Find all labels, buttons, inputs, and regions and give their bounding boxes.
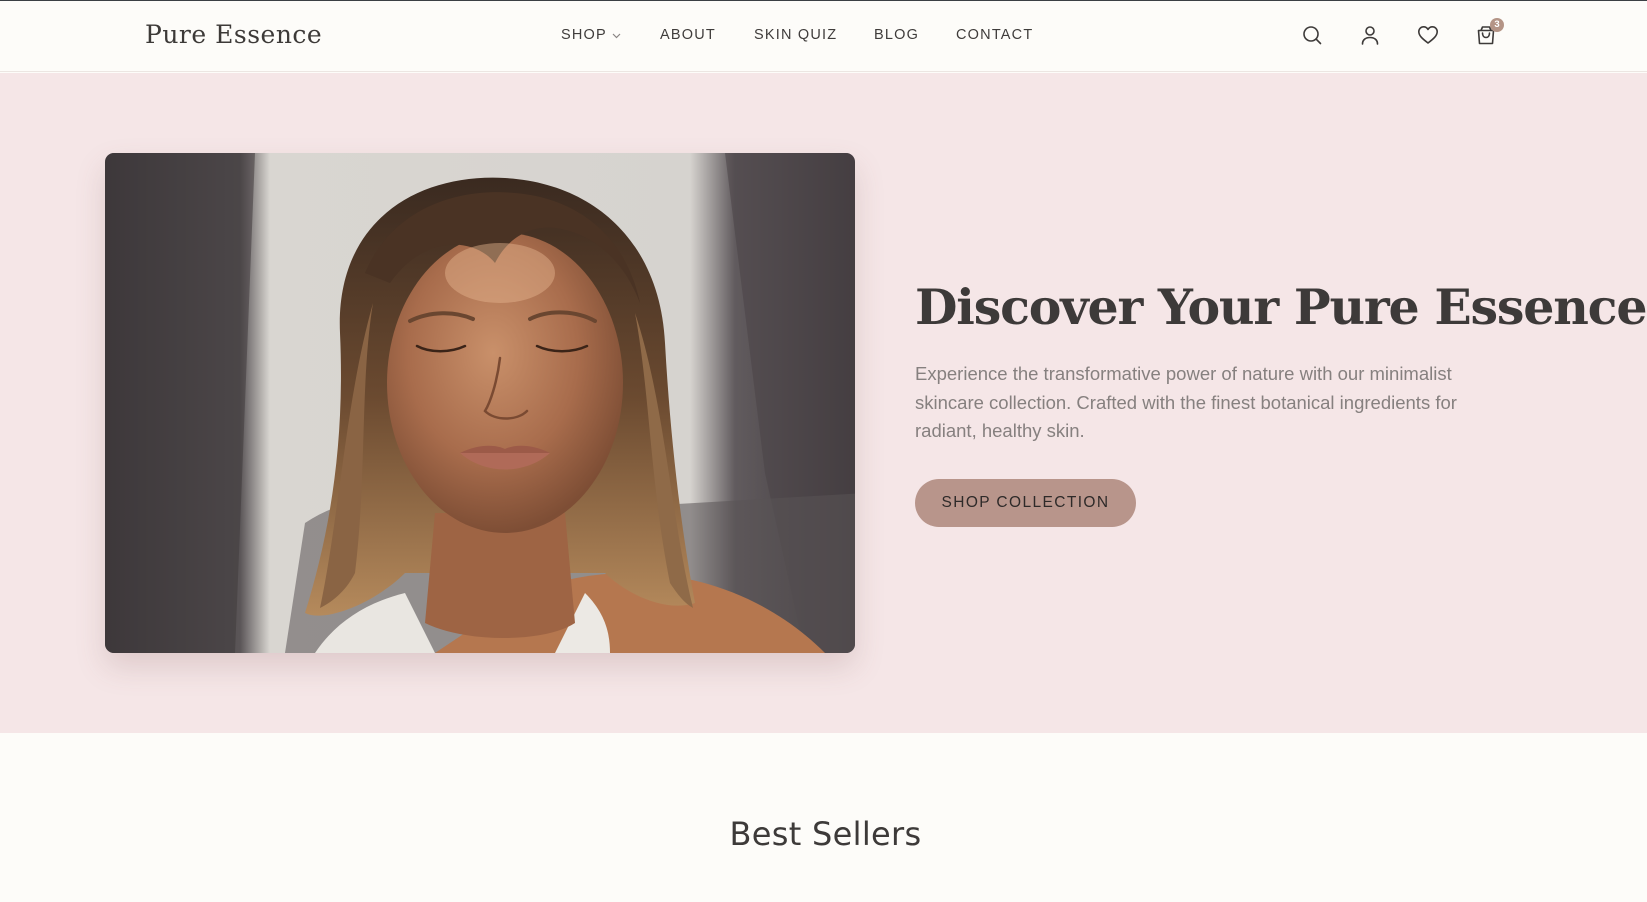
nav-item-about[interactable]: ABOUT	[660, 27, 716, 43]
hero-title: Discover Your Pure Essence	[915, 278, 1647, 336]
hero-section: Discover Your Pure Essence Experience th…	[0, 73, 1647, 733]
nav-item-skin-quiz[interactable]: SKIN QUIZ	[754, 27, 837, 43]
best-sellers-heading: Best Sellers	[729, 815, 922, 853]
shopping-bag-icon[interactable]: 3	[1474, 18, 1504, 47]
nav-item-label: BLOG	[874, 27, 920, 43]
shop-collection-button[interactable]: SHOP COLLECTION	[915, 479, 1136, 527]
nav-item-label: SKIN QUIZ	[754, 27, 838, 43]
nav-item-contact[interactable]: CONTACT	[956, 27, 1033, 43]
site-header: Pure Essence SHOP ABOUT SKIN QUIZ BLOG C…	[0, 1, 1647, 72]
nav-item-label: CONTACT	[956, 27, 1034, 43]
hero-description: Experience the transformative power of n…	[915, 363, 1457, 441]
nav-item-shop[interactable]: SHOP	[561, 27, 621, 43]
chevron-down-icon	[612, 27, 621, 43]
nav-item-label: SHOP	[561, 27, 607, 43]
cart-count-badge: 3	[1490, 18, 1504, 32]
brand-logo[interactable]: Pure Essence	[145, 20, 322, 49]
user-icon[interactable]	[1358, 23, 1382, 47]
nav-item-label: ABOUT	[660, 27, 716, 43]
search-icon[interactable]	[1300, 23, 1324, 47]
heart-icon[interactable]	[1416, 23, 1440, 47]
hero-portrait-image	[105, 153, 855, 653]
nav-item-blog[interactable]: BLOG	[874, 27, 919, 43]
